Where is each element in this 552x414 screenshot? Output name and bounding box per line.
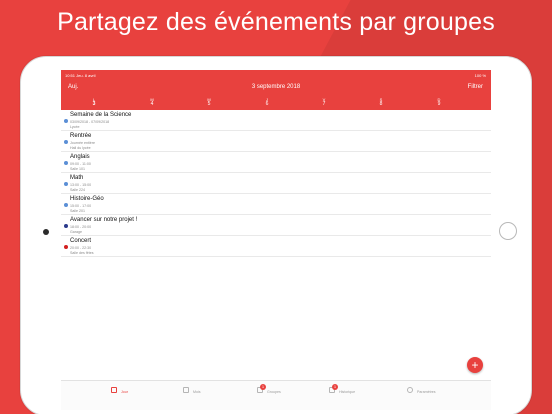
event-row[interactable]: Anglais 09:00 - 11:00 Salle 101: [61, 152, 491, 173]
event-title: Math: [70, 175, 84, 181]
event-color-dot: [64, 119, 68, 123]
battery-indicator: 100 %: [474, 73, 486, 78]
status-bar: 10:51 Jeu. 8 avril 100 %: [61, 70, 491, 80]
event-place: Garage: [70, 229, 82, 234]
event-row[interactable]: Histoire-Géo 15:00 - 17:00 Salle 201: [61, 194, 491, 215]
week-day-number: 9: [437, 101, 441, 107]
event-color-dot: [64, 182, 68, 186]
week-day-8[interactable]: S8: [371, 97, 391, 107]
headline: Partagez des événements par groupes: [57, 8, 495, 36]
week-day-number: 3: [92, 101, 96, 107]
event-color-dot: [64, 161, 68, 165]
calendar-month-icon: [183, 387, 189, 393]
event-place: Salle 201: [70, 208, 85, 213]
tab-4[interactable]: Historique 1: [329, 384, 415, 407]
week-day-3[interactable]: L3: [84, 97, 104, 107]
week-strip: L3 M4 M5 J6 V7 S8 D9: [61, 96, 491, 110]
week-day-number: 5: [207, 101, 211, 107]
tab-label: Historique: [339, 390, 356, 394]
week-day-4[interactable]: M4: [142, 97, 162, 107]
week-day-5[interactable]: M5: [199, 97, 219, 107]
event-place: Hall du lycée: [70, 145, 91, 150]
event-row[interactable]: Concert 20:00 - 22:30 Salle des fêtes: [61, 236, 491, 257]
event-place: Salle des fêtes: [70, 250, 94, 255]
event-color-dot: [64, 203, 68, 207]
tab-label: Mois: [193, 390, 201, 394]
tab-label: Paramètres: [417, 390, 436, 394]
home-button[interactable]: [499, 222, 517, 240]
camera-icon: [43, 229, 49, 235]
tab-label: Jour: [121, 390, 128, 394]
add-event-button[interactable]: +: [467, 357, 483, 373]
week-day-9[interactable]: D9: [429, 97, 449, 107]
week-day-7[interactable]: V7: [314, 97, 334, 107]
settings-icon: [407, 387, 413, 393]
event-time: 15:00 - 17:00: [70, 204, 92, 208]
status-time: 10:51 Jeu. 8 avril: [65, 73, 96, 78]
event-row[interactable]: Avancer sur notre projet ! 18:00 - 20:00 G…: [61, 215, 491, 236]
event-title: Histoire-Géo: [70, 196, 104, 202]
week-day-number: 4: [150, 101, 154, 107]
event-time: 03/09/2018 - 07/09/2018: [70, 120, 110, 124]
navigation-bar: Auj. 3 septembre 2018 Filtrer: [61, 80, 491, 96]
event-row[interactable]: Rentrée Journée entière Hall du lycée: [61, 131, 491, 152]
event-place: Salle 101: [70, 166, 85, 171]
tab-label: Groupes: [267, 390, 281, 394]
event-time: Journée entière: [70, 141, 95, 145]
event-list: Semaine de la Science 03/09/2018 - 07/09/…: [61, 110, 491, 257]
week-day-number: 6: [265, 101, 269, 107]
event-color-dot: [64, 245, 68, 249]
event-place: Lycée: [70, 124, 80, 129]
event-row[interactable]: Semaine de la Science 03/09/2018 - 07/09/…: [61, 110, 491, 131]
week-day-6[interactable]: J6: [257, 97, 277, 107]
filter-button[interactable]: Filtrer: [468, 84, 483, 90]
notification-badge: 1: [260, 384, 266, 390]
date-title: 3 septembre 2018: [251, 84, 301, 90]
event-title: Rentrée: [70, 133, 92, 139]
event-title: Semaine de la Science: [70, 112, 132, 118]
event-title: Avancer sur notre projet !: [70, 217, 138, 223]
week-day-number: 8: [379, 101, 383, 107]
event-time: 18:00 - 20:00: [70, 225, 92, 229]
event-color-dot: [64, 140, 68, 144]
event-time: 13:00 - 15:00: [70, 183, 92, 187]
event-color-dot: [64, 224, 68, 228]
notification-badge: 1: [332, 384, 338, 390]
calendar-day-icon: [111, 387, 117, 393]
week-day-number: 7: [322, 101, 326, 107]
tab-bar: Jour Mois Groupes 1 Historique 1 Paramètres: [61, 380, 491, 410]
event-place: Salle 224: [70, 187, 85, 192]
event-time: 09:00 - 11:00: [70, 162, 91, 166]
event-title: Concert: [70, 238, 92, 244]
app-screen: 10:51 Jeu. 8 avril 100 % Auj. 3 septembr…: [61, 70, 491, 410]
event-row[interactable]: Math 13:00 - 15:00 Salle 224: [61, 173, 491, 194]
event-title: Anglais: [70, 154, 90, 160]
event-time: 20:00 - 22:30: [70, 246, 92, 250]
tab-5[interactable]: Paramètres: [407, 385, 491, 407]
